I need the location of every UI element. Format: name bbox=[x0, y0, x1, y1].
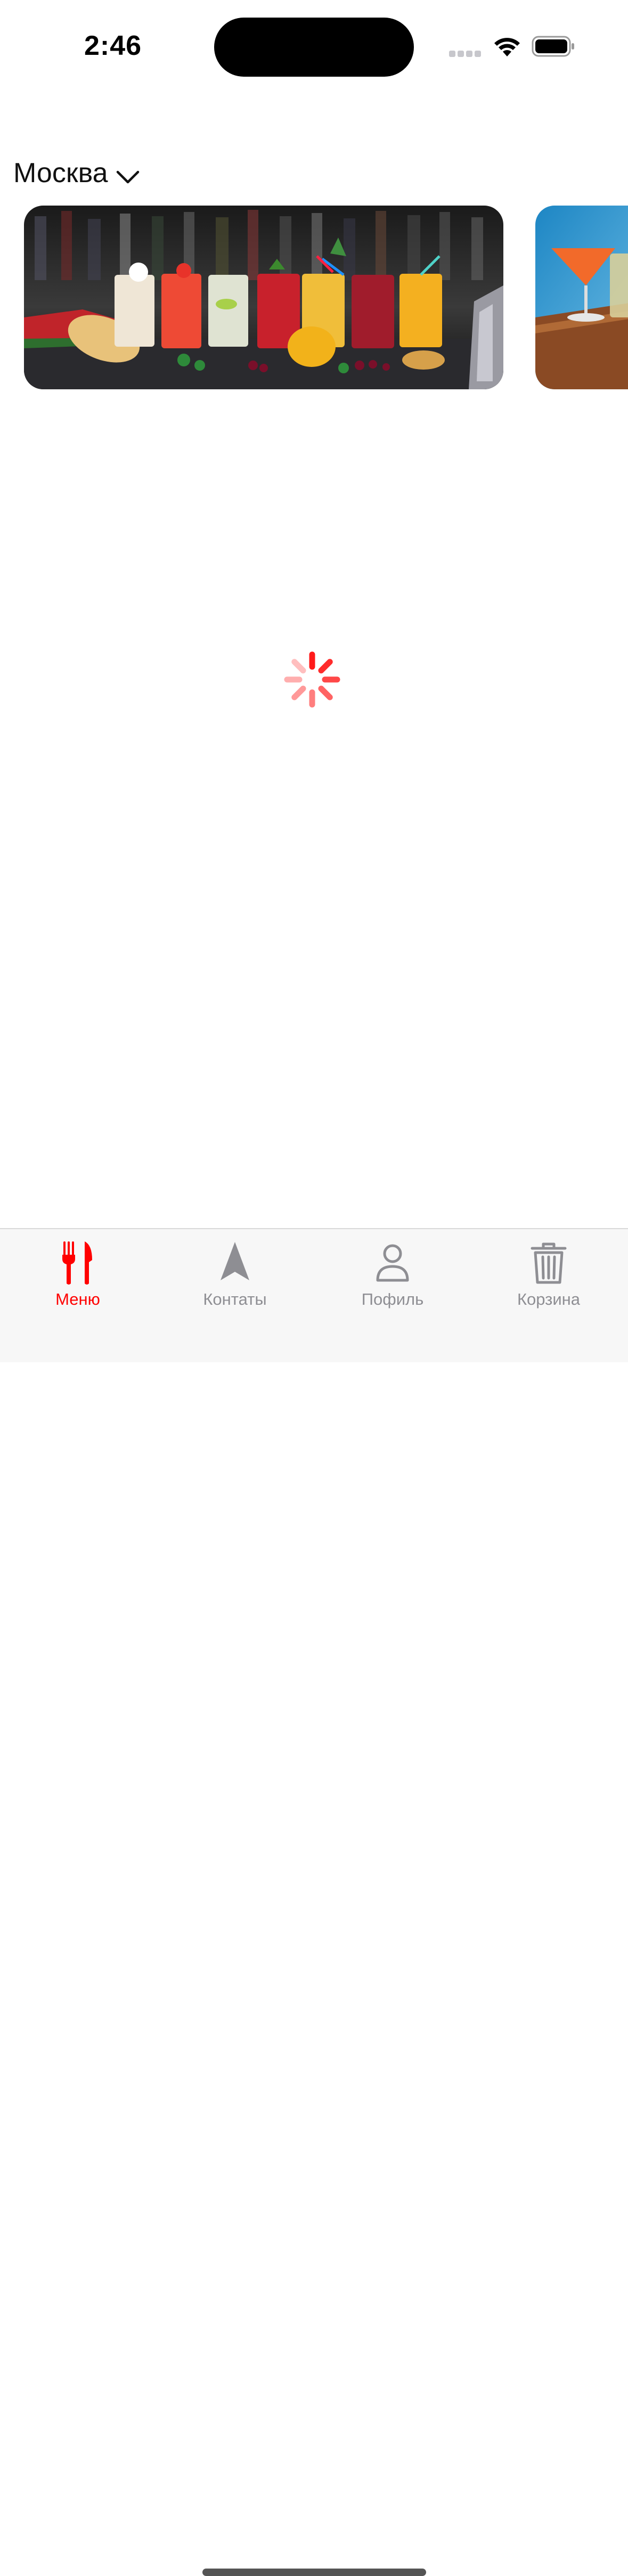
home-indicator bbox=[202, 2569, 426, 2576]
fork-knife-icon bbox=[62, 1241, 92, 1285]
status-time: 2:46 bbox=[84, 30, 142, 61]
cocktail-banner-image bbox=[535, 206, 628, 389]
tab-label-profile: Пофиль bbox=[361, 1290, 424, 1309]
location-arrow-icon bbox=[221, 1242, 249, 1280]
tab-label-menu: Меню bbox=[55, 1290, 100, 1309]
drinks-banner-image bbox=[24, 206, 503, 389]
status-bar: 2:46 bbox=[0, 0, 628, 91]
city-name: Москва bbox=[13, 158, 108, 189]
battery-icon bbox=[532, 36, 574, 57]
tab-label-contacts: Контаты bbox=[203, 1290, 267, 1309]
person-icon bbox=[376, 1244, 409, 1282]
wifi-icon bbox=[494, 38, 520, 56]
cocktail-banner[interactable] bbox=[535, 206, 628, 389]
cellular-signal-icon bbox=[449, 51, 481, 57]
tab-profile[interactable]: Пофиль bbox=[323, 1229, 462, 1314]
drinks-banner[interactable] bbox=[24, 206, 503, 389]
city-selector[interactable]: Москва bbox=[13, 154, 140, 192]
chevron-down-icon bbox=[116, 170, 139, 184]
tab-contacts[interactable]: Контаты bbox=[166, 1229, 304, 1314]
trash-icon bbox=[531, 1242, 567, 1284]
tab-bar: Меню Контаты Пофиль Корзина bbox=[0, 1228, 628, 2576]
loading-spinner-icon bbox=[284, 651, 340, 708]
tab-menu[interactable]: Меню bbox=[9, 1229, 147, 1314]
banner-carousel[interactable] bbox=[0, 206, 628, 389]
tab-label-cart: Корзина bbox=[517, 1290, 581, 1309]
tab-cart[interactable]: Корзина bbox=[479, 1229, 618, 1314]
dynamic-island bbox=[214, 18, 414, 77]
